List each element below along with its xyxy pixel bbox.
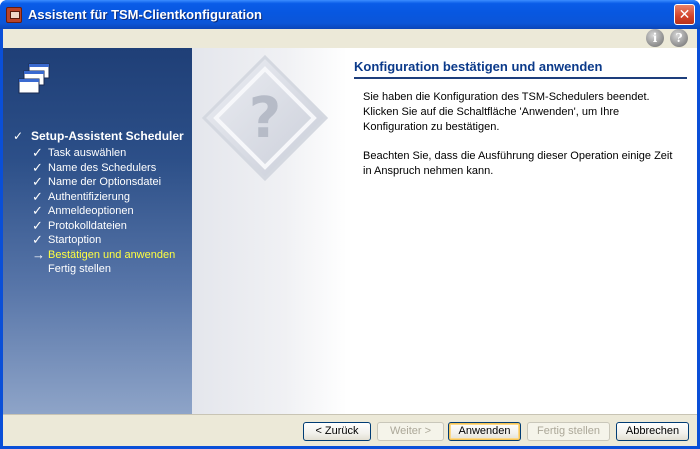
checkmark-icon: ✓ [32,145,43,160]
question-diamond-icon: ? [201,54,329,182]
step-logon-options: ✓ Anmeldeoptionen [3,204,192,219]
step-label: Task auswählen [48,147,127,159]
info-icon[interactable]: i [646,29,664,47]
step-label: Authentifizierung [48,190,130,203]
step-finish: Fertig stellen [3,262,192,277]
apply-button[interactable]: Anwenden [448,422,521,441]
step-confirm-apply: → Bestätigen und anwenden [3,246,192,263]
main-step: ✓ Setup-Assistent Scheduler [3,128,192,144]
back-button[interactable]: < Zurück [303,422,371,441]
watermark-question-glyph: ? [249,86,281,151]
window-frame: i ? ✓ Setup-Assistent Scheduler ✓ Task a… [3,29,697,446]
main-step-label: Setup-Assistent Scheduler [31,129,184,143]
page-title: Konfiguration bestätigen und anwenden [354,59,687,79]
next-button[interactable]: Weiter > [377,422,444,441]
step-options-file: ✓ Name der Optionsdatei [3,175,192,190]
cancel-button[interactable]: Abbrechen [616,422,689,441]
help-bar: i ? [3,29,697,48]
step-label: Anmeldeoptionen [48,205,134,217]
checkmark-icon: ✓ [32,232,43,247]
step-start-option: ✓ Startoption [3,233,192,248]
step-scheduler-name: ✓ Name des Schedulers [3,159,192,176]
checkmark-icon: ✓ [32,159,43,175]
step-label: Name des Schedulers [48,161,157,174]
watermark-panel: ? [192,48,347,414]
checkmark-icon: ✓ [32,203,43,218]
step-label: Startoption [48,234,102,246]
step-authentication: ✓ Authentifizierung [3,188,192,205]
step-list: ✓ Setup-Assistent Scheduler ✓ Task auswä… [3,128,192,277]
checkmark-icon: ✓ [32,217,43,233]
step-label: Name der Optionsdatei [48,176,162,188]
wizard-sidebar: ✓ Setup-Assistent Scheduler ✓ Task auswä… [3,48,192,414]
wizard-window: Assistent für TSM-Clientkonfiguration ✕ … [0,0,700,449]
step-label: Bestätigen und anwenden [48,248,176,261]
app-icon [6,7,22,23]
note-text: Beachten Sie, dass die Ausführung dieser… [363,150,673,177]
description-text: Sie haben die Konfiguration des TSM-Sche… [363,91,650,133]
checkmark-icon: ✓ [32,174,43,189]
help-icon[interactable]: ? [670,29,688,47]
windows-stack-icon [18,63,50,94]
current-step-arrow-icon: → [32,246,45,262]
title-bar[interactable]: Assistent für TSM-Clientkonfiguration ✕ [0,0,700,29]
substep-list: ✓ Task auswählen ✓ Name des Schedulers ✓… [3,146,192,277]
wizard-content: ? Konfiguration bestätigen und anwenden … [192,48,697,414]
step-task-select: ✓ Task auswählen [3,146,192,161]
step-label: Protokolldateien [48,219,127,232]
checkmark-icon: ✓ [13,129,24,143]
finish-button[interactable]: Fertig stellen [527,422,610,441]
button-bar: < Zurück Weiter > Anwenden Fertig stelle… [3,414,697,446]
window-title: Assistent für TSM-Clientkonfiguration [28,7,262,22]
step-log-files: ✓ Protokolldateien [3,217,192,234]
close-button[interactable]: ✕ [674,4,695,25]
step-label: Fertig stellen [48,263,111,275]
checkmark-icon: ✓ [32,188,43,204]
